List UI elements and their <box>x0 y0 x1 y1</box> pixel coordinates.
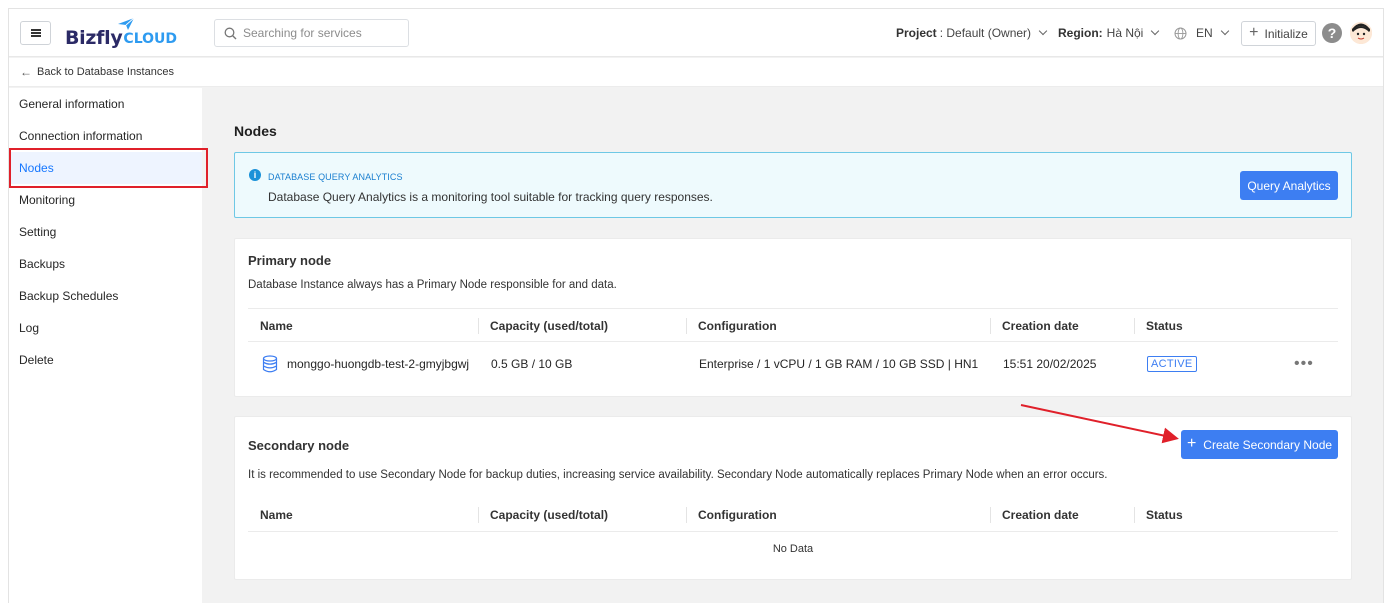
column-header-creation-date-label: Creation date <box>1002 319 1079 333</box>
sidebar-item-general-information[interactable]: General information <box>9 88 202 120</box>
language-value: EN <box>1196 26 1213 40</box>
sidebar-item-backups[interactable]: Backups <box>9 248 202 280</box>
avatar-face-icon <box>1350 22 1372 44</box>
main-content: Nodes i DATABASE QUERY ANALYTICS Databas… <box>202 88 1383 603</box>
arrow-left-icon: ← <box>20 65 32 79</box>
column-header-configuration: Configuration <box>686 309 777 343</box>
plus-icon: + <box>1186 434 1197 452</box>
sidebar-item-label: Backup Schedules <box>19 289 119 303</box>
sidebar-item-label: General information <box>19 97 125 111</box>
column-header-capacity-label: Capacity (used/total) <box>490 508 609 522</box>
initialize-label: Initialize <box>1264 26 1308 41</box>
logo-subtext: CLOUD <box>123 31 178 47</box>
more-horizontal-icon: ••• <box>1294 355 1314 372</box>
node-status-cell: ACTIVE <box>1147 343 1197 385</box>
logo-text: Bizfly <box>65 27 123 49</box>
sidebar-item-label: Monitoring <box>19 193 76 207</box>
app-window: Bizfly CLOUD Searching for services Proj… <box>8 8 1384 603</box>
node-creation-date: 15:51 20/02/2025 <box>1003 357 1097 371</box>
sidebar-item-log[interactable]: Log <box>9 312 202 344</box>
secondary-table-header: Name Capacity (used/total) Configuration… <box>248 498 1338 532</box>
sidebar-item-backup-schedules[interactable]: Backup Schedules <box>9 280 202 312</box>
globe-icon <box>1174 27 1187 39</box>
primary-node-title: Primary node <box>248 253 332 268</box>
column-header-creation-date: Creation date <box>990 309 1079 343</box>
user-avatar[interactable] <box>1350 22 1372 44</box>
node-name-cell: monggo-huongdb-test-2-gmyjbgwj <box>262 343 469 385</box>
sidebar-item-monitoring[interactable]: Monitoring <box>9 184 202 216</box>
search-icon <box>224 27 237 39</box>
column-header-status-label: Status <box>1146 319 1183 333</box>
region-selector[interactable]: Region: Hà Nội <box>1058 26 1160 40</box>
banner-description: Database Query Analytics is a monitoring… <box>268 190 713 204</box>
initialize-button[interactable]: + Initialize <box>1241 21 1316 46</box>
sidebar-item-label: Log <box>19 321 40 335</box>
empty-state-text: No Data <box>772 543 814 555</box>
project-selector[interactable]: Project : Default (Owner) <box>896 26 1048 40</box>
column-header-status: Status <box>1134 309 1183 343</box>
column-header-capacity-label: Capacity (used/total) <box>490 319 609 333</box>
help-icon[interactable]: ? <box>1322 23 1342 43</box>
secondary-node-title: Secondary node <box>248 438 350 453</box>
column-header-configuration-label: Configuration <box>698 508 777 522</box>
back-link-label: Back to Database Instances <box>37 66 174 78</box>
node-name[interactable]: monggo-huongdb-test-2-gmyjbgwj <box>287 357 469 371</box>
banner-title: DATABASE QUERY ANALYTICS <box>268 172 403 182</box>
secondary-node-card: Secondary node + Create Secondary Node I… <box>234 416 1352 580</box>
node-capacity: 0.5 GB / 10 GB <box>491 357 573 371</box>
column-header-capacity: Capacity (used/total) <box>478 498 608 532</box>
node-configuration: Enterprise / 1 vCPU / 1 GB RAM / 10 GB S… <box>699 357 979 371</box>
primary-table-header: Name Capacity (used/total) Configuration… <box>248 308 1338 342</box>
back-link[interactable]: ← Back to Database Instances <box>9 58 1383 87</box>
row-actions-button[interactable]: ••• <box>1294 343 1314 385</box>
sidebar-item-delete[interactable]: Delete <box>9 344 202 376</box>
create-secondary-node-label: Create Secondary Node <box>1203 437 1333 452</box>
sidebar-item-label: Connection information <box>19 129 143 143</box>
sidebar-item-label: Setting <box>19 225 57 239</box>
region-value: Hà Nội <box>1106 26 1144 40</box>
column-header-configuration-label: Configuration <box>698 319 777 333</box>
table-row[interactable]: monggo-huongdb-test-2-gmyjbgwj 0.5 GB / … <box>248 343 1338 385</box>
highlight-box <box>9 148 208 188</box>
top-bar: Bizfly CLOUD Searching for services Proj… <box>9 9 1383 57</box>
hamburger-icon <box>30 32 41 34</box>
create-secondary-node-button[interactable]: + Create Secondary Node <box>1181 430 1338 459</box>
chevron-down-icon <box>1151 26 1160 36</box>
column-header-creation-date-label: Creation date <box>1002 508 1079 522</box>
language-selector[interactable]: EN <box>1174 26 1229 40</box>
project-value: : Default (Owner) <box>939 26 1032 40</box>
sidebar-item-label: Delete <box>19 353 54 367</box>
primary-node-card: Primary node Database Instance always ha… <box>234 238 1352 397</box>
region-label: Region: <box>1058 26 1103 40</box>
database-icon <box>262 355 278 373</box>
chevron-down-icon <box>1038 26 1048 36</box>
page-title: Nodes <box>234 123 277 139</box>
column-header-creation-date: Creation date <box>990 498 1079 532</box>
hamburger-menu-button[interactable] <box>20 21 51 45</box>
query-analytics-banner: i DATABASE QUERY ANALYTICS Database Quer… <box>234 152 1352 218</box>
query-analytics-button[interactable]: Query Analytics <box>1240 171 1338 200</box>
sidebar-item-label: Backups <box>19 257 66 271</box>
paper-plane-icon <box>118 17 135 30</box>
search-placeholder: Searching for services <box>243 26 362 40</box>
column-header-name: Name <box>260 508 293 522</box>
column-header-capacity: Capacity (used/total) <box>478 309 608 343</box>
bizfly-logo[interactable]: Bizfly CLOUD <box>65 17 178 49</box>
info-icon: i <box>249 169 261 181</box>
chevron-down-icon <box>1220 26 1229 36</box>
sidebar-item-setting[interactable]: Setting <box>9 216 202 248</box>
service-search-input[interactable]: Searching for services <box>214 19 409 47</box>
column-header-configuration: Configuration <box>686 498 777 532</box>
project-label: Project <box>896 26 937 40</box>
column-header-name: Name <box>260 319 293 333</box>
column-header-status-label: Status <box>1146 508 1183 522</box>
primary-node-description: Database Instance always has a Primary N… <box>248 279 617 291</box>
status-badge: ACTIVE <box>1147 356 1197 372</box>
secondary-node-description: It is recommended to use Secondary Node … <box>248 469 1108 481</box>
plus-icon: + <box>1249 23 1259 41</box>
column-header-status: Status <box>1134 498 1183 532</box>
